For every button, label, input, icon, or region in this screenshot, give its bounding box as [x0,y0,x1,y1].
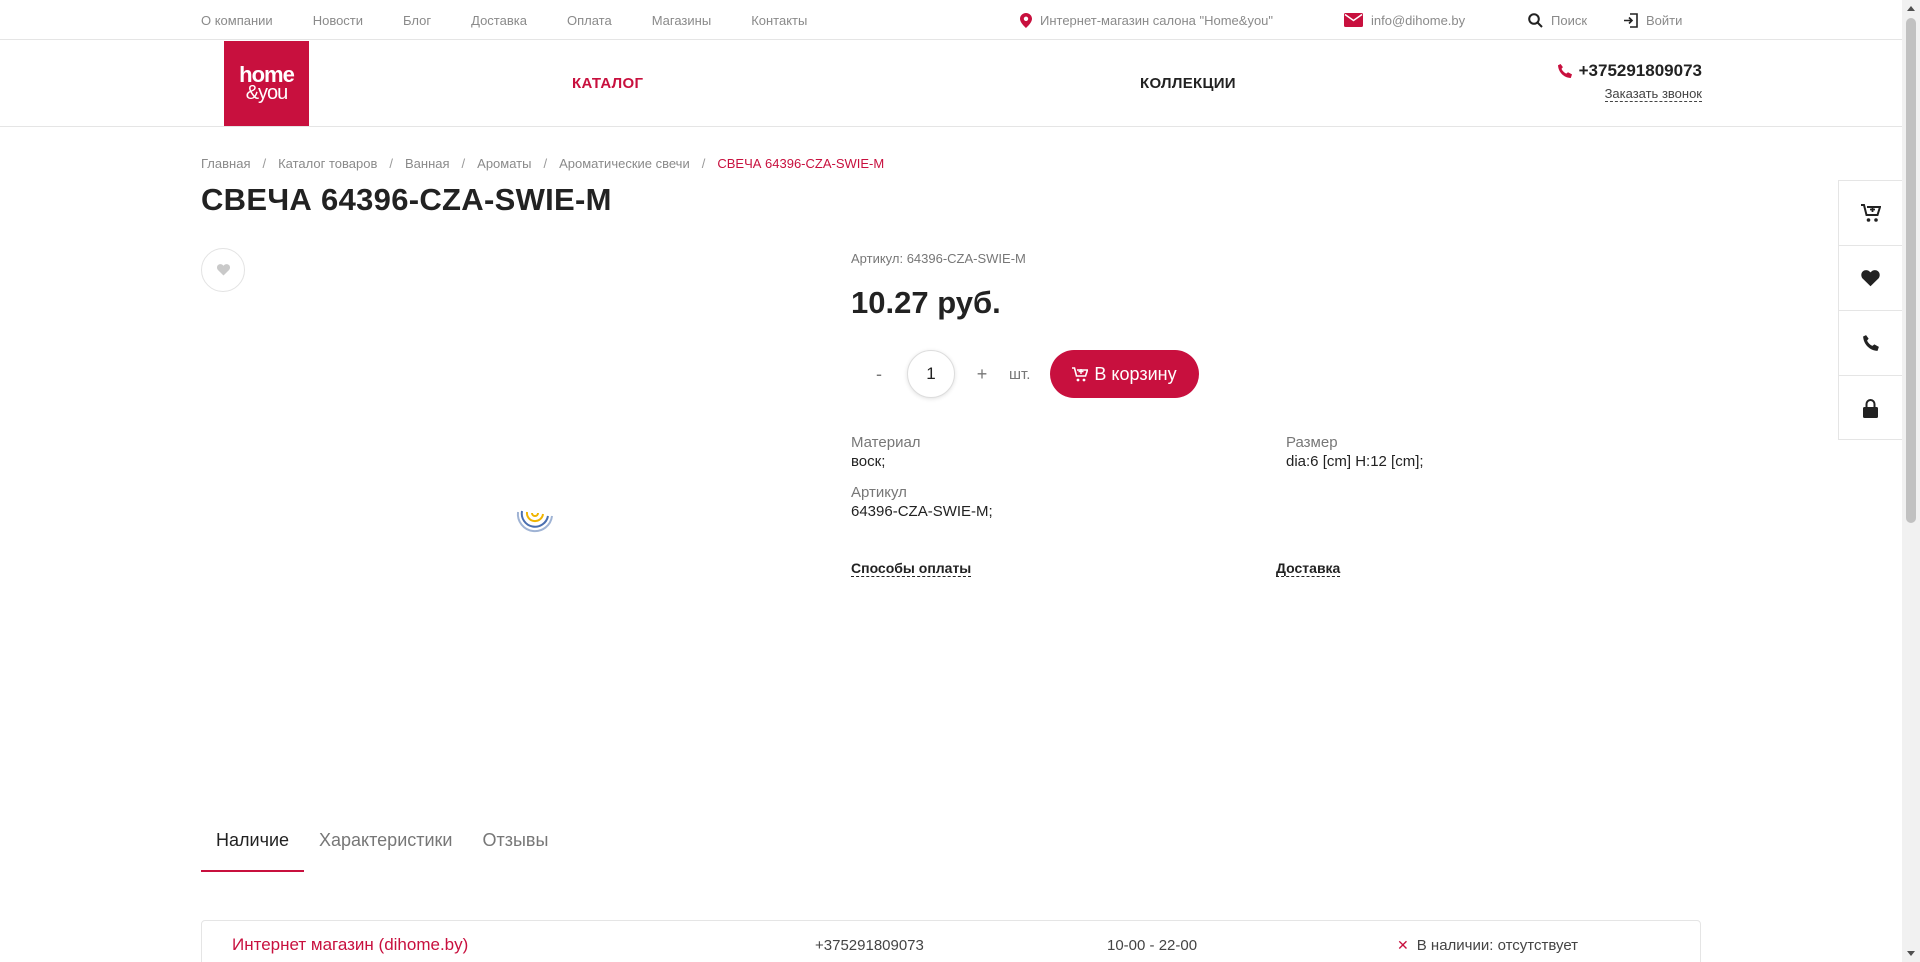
breadcrumb-separator: / [262,156,267,171]
tab-reviews[interactable]: Отзывы [467,822,563,872]
top-nav-news[interactable]: Новости [313,13,363,28]
unavailable-icon: ✕ [1397,937,1409,953]
logo-text-you: &you [245,82,289,105]
property-value: воск; [851,453,886,470]
payment-methods-link[interactable]: Способы оплаты [851,560,972,577]
email-link[interactable]: info@dihome.by [1344,0,1465,40]
side-cart-button[interactable] [1839,181,1902,246]
store-phone: +375291809073 [815,937,924,954]
breadcrumb-separator: / [461,156,466,171]
site-logo[interactable]: home &you [224,41,309,126]
map-pin-icon [1020,12,1032,28]
breadcrumb-current: СВЕЧА 64396-CZA-SWIE-M [717,156,885,171]
search-icon [1528,12,1543,28]
store-location-text: Интернет-магазин салона "Home&you" [1040,12,1274,28]
store-hours: 10-00 - 22-00 [1107,937,1198,954]
email-text: info@dihome.by [1371,12,1466,28]
delivery-link[interactable]: Доставка [1276,560,1341,577]
search-label: Поиск [1551,12,1588,28]
breadcrumb-separator: / [701,156,706,171]
property-value: dia:6 [cm] H:12 [cm]; [1286,453,1424,470]
top-nav-stores[interactable]: Магазины [652,13,712,28]
side-account-button[interactable] [1839,376,1902,441]
tab-availability[interactable]: Наличие [201,822,305,872]
callback-link[interactable]: Заказать звонок [1604,87,1702,102]
store-availability: ✕ В наличии: отсутствует [1397,937,1578,954]
property-material: Материал воск; [851,434,921,470]
header-phone-number: +375291809073 [1578,61,1702,80]
loading-spinner-icon [516,510,553,533]
property-size: Размер dia:6 [cm] H:12 [cm]; [1286,434,1424,470]
side-call-button[interactable] [1839,311,1902,376]
nav-catalog[interactable]: КАТАЛОГ [572,41,643,126]
breadcrumb-home[interactable]: Главная [201,156,250,171]
property-label: Артикул [851,484,907,501]
scroll-down-arrow-icon[interactable] [1907,951,1915,956]
floating-side-panel [1838,180,1902,440]
lock-icon [1863,399,1878,418]
store-location[interactable]: Интернет-магазин салона "Home&you" [1020,0,1273,40]
login-icon [1624,12,1638,28]
breadcrumb-candles[interactable]: Ароматические свечи [559,156,690,171]
add-to-favorites-button[interactable] [201,248,245,292]
cart-icon [1072,366,1089,381]
header-contact: +375291809073 Заказать звонок [1557,61,1702,103]
top-nav: О компании Новости Блог Доставка Оплата … [201,0,847,40]
top-nav-payment[interactable]: Оплата [567,13,612,28]
property-sku: Артикул 64396-CZA-SWIE-M; [851,484,993,520]
property-label: Материал [851,434,921,451]
top-nav-about[interactable]: О компании [201,13,273,28]
quantity-input[interactable] [907,350,955,398]
scrollbar-thumb[interactable] [1906,18,1916,523]
page-scrollbar[interactable] [1902,0,1920,962]
property-value: 64396-CZA-SWIE-M; [851,503,993,520]
header-phone[interactable]: +375291809073 [1557,61,1702,81]
heart-icon [1861,269,1880,286]
top-bar: О компании Новости Блог Доставка Оплата … [0,0,1902,40]
store-name-link[interactable]: Интернет магазин (dihome.by) [232,935,468,955]
product-price: 10.27 руб. [851,285,1001,320]
store-availability-text: В наличии: отсутствует [1416,937,1579,954]
quantity-decrease-button[interactable]: - [851,364,907,385]
heart-icon [216,264,230,276]
envelope-icon [1344,13,1363,27]
main-header: home &you КАТАЛОГ КОЛЛЕКЦИИ +37529180907… [0,41,1902,127]
quantity-unit: шт. [1009,365,1031,383]
quantity-increase-button[interactable]: + [955,364,1009,385]
quantity-stepper: - + шт. В корзину [851,349,1199,399]
login-label: Войти [1646,12,1683,28]
top-nav-delivery[interactable]: Доставка [471,13,527,28]
top-nav-blog[interactable]: Блог [403,13,431,28]
property-label: Размер [1286,434,1338,451]
top-nav-contacts[interactable]: Контакты [751,13,807,28]
breadcrumb-aromas[interactable]: Ароматы [477,156,531,171]
login-button[interactable]: Войти [1624,0,1682,40]
breadcrumb-catalog[interactable]: Каталог товаров [278,156,377,171]
breadcrumb: Главная / Каталог товаров / Ванная / Аромат… [201,156,884,171]
add-to-cart-button[interactable]: В корзину [1050,350,1199,398]
add-to-cart-label: В корзину [1094,363,1177,384]
scroll-up-arrow-icon[interactable] [1907,6,1915,11]
phone-icon [1862,335,1879,351]
store-availability-row: Интернет магазин (dihome.by) +3752918090… [201,920,1701,962]
page-title: СВЕЧА 64396-CZA-SWIE-M [201,182,612,217]
side-favorites-button[interactable] [1839,246,1902,311]
search-button[interactable]: Поиск [1528,0,1587,40]
breadcrumb-bathroom[interactable]: Ванная [405,156,450,171]
breadcrumb-separator: / [389,156,393,171]
product-sku: Артикул: 64396-CZA-SWIE-M [851,251,1026,266]
tab-characteristics[interactable]: Характеристики [304,822,467,872]
product-tabs: Наличие Характеристики Отзывы [201,822,563,872]
cart-icon [1860,203,1881,222]
nav-collections[interactable]: КОЛЛЕКЦИИ [1140,41,1236,126]
breadcrumb-separator: / [543,156,548,171]
phone-icon [1557,64,1572,78]
